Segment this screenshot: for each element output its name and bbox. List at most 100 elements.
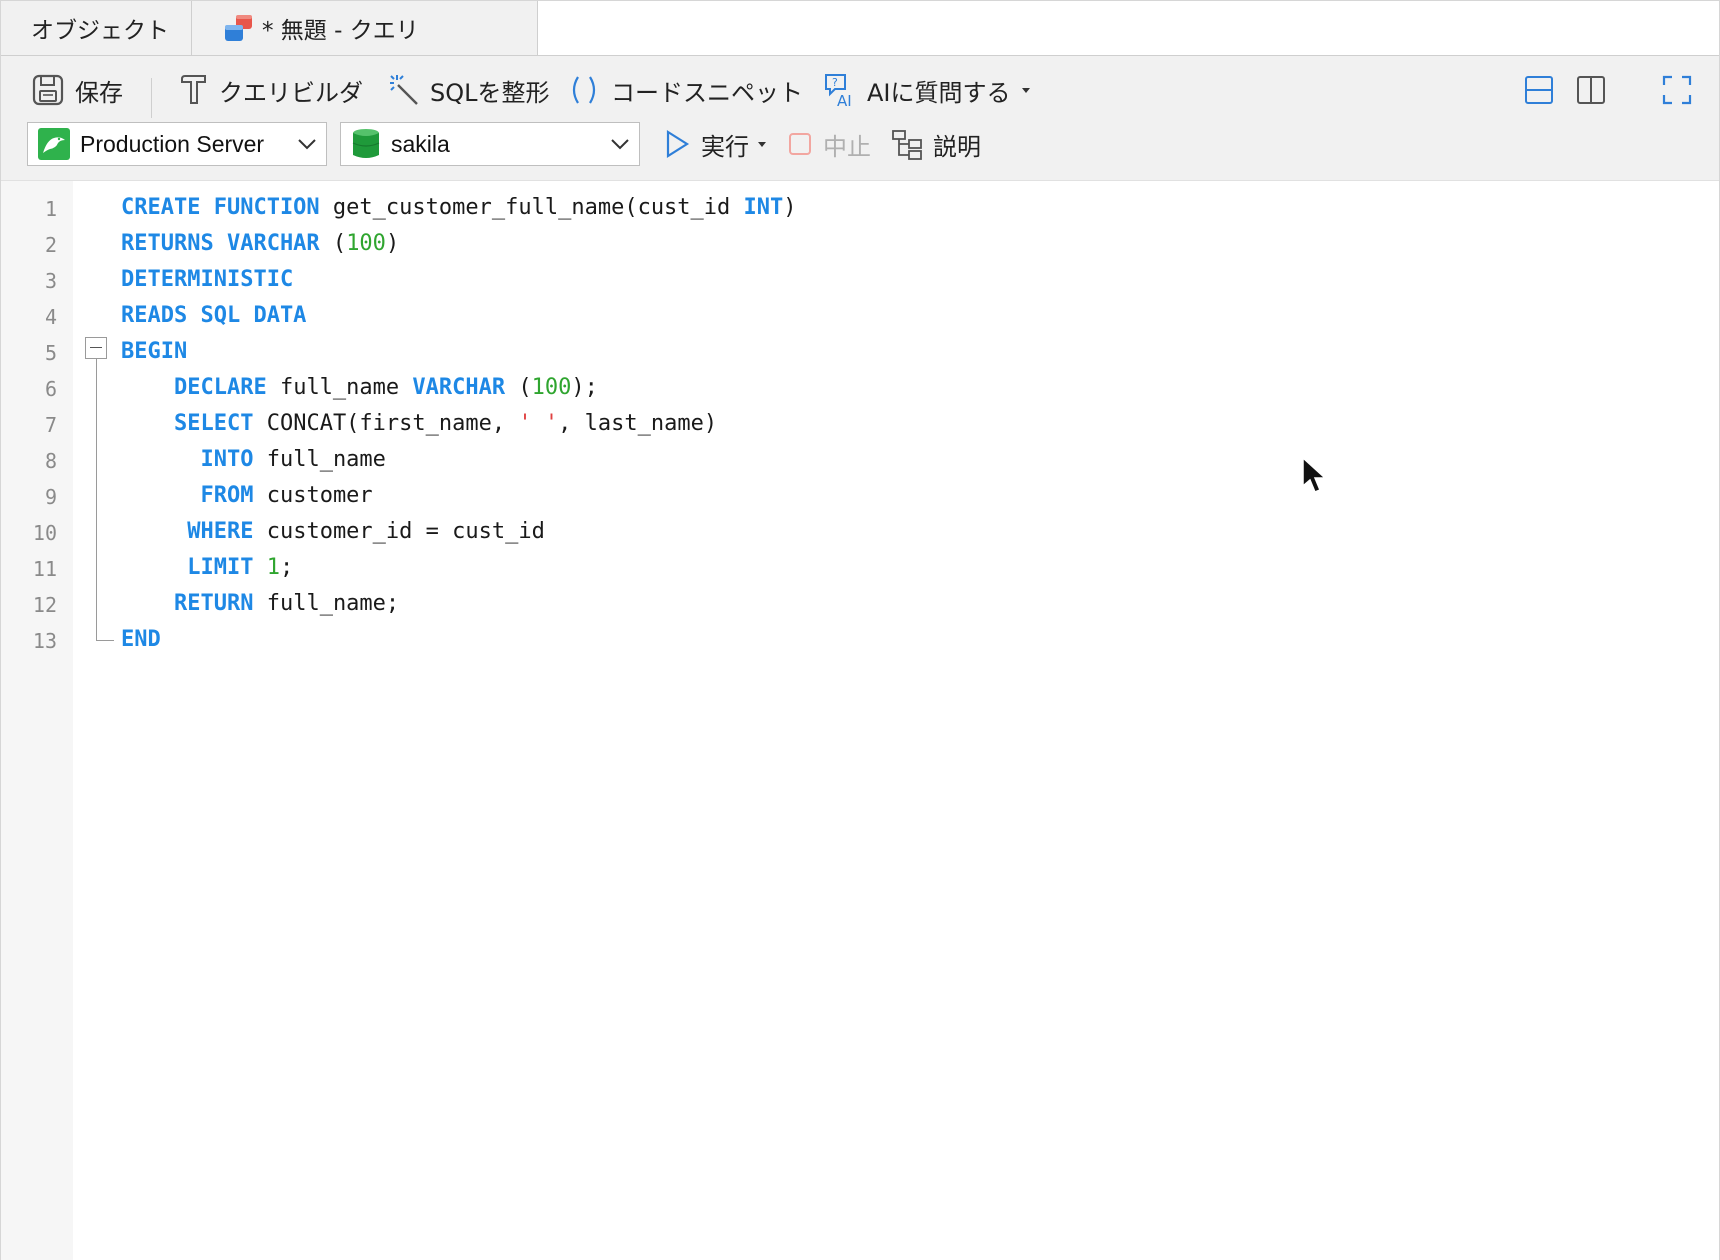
fold-guide-end <box>96 640 114 641</box>
toolbar: 保存 クエリビルダ SQLを整形 コードスニペット ? AI AIに質問する P… <box>1 56 1719 181</box>
sql-keyword: LIMIT <box>187 555 254 580</box>
database-icon <box>352 129 380 158</box>
fullscreen-icon <box>1662 75 1692 105</box>
explain-button[interactable]: 説明 <box>891 122 981 166</box>
line-number: 5 <box>44 341 57 365</box>
query-builder-label: クエリビルダ <box>219 78 363 107</box>
split-vertical-button[interactable] <box>1575 66 1617 114</box>
save-icon <box>32 74 64 106</box>
format-sql-button[interactable]: SQLを整形 <box>388 66 550 114</box>
line-number: 3 <box>44 269 57 293</box>
stop-label: 中止 <box>823 132 871 161</box>
code-line: WHERE customer_id = cust_id <box>121 519 545 544</box>
split-horizontal-icon <box>1525 76 1553 104</box>
line-number: 1 <box>44 197 57 221</box>
tab-bar: オブジェクト * 無題 - クエリ <box>1 1 1719 56</box>
sql-keyword: RETURNS VARCHAR <box>121 231 320 256</box>
code-line: END <box>121 627 161 652</box>
sql-number: 100 <box>531 375 572 400</box>
connection-select[interactable]: Production Server <box>27 122 327 166</box>
code-line: BEGIN <box>121 339 187 364</box>
database-select-value: sakila <box>391 130 450 157</box>
chevron-down-icon <box>298 139 316 150</box>
sql-keyword: DETERMINISTIC <box>121 267 294 292</box>
code-line: DECLARE full_name VARCHAR (100); <box>121 375 598 400</box>
code-line: CREATE FUNCTION get_customer_full_name(c… <box>121 195 797 220</box>
line-number: 12 <box>32 593 57 617</box>
sql-text: customer_id = cust_id <box>253 519 545 544</box>
mouse-cursor-icon <box>1302 456 1327 493</box>
run-button[interactable]: 実行 <box>663 122 779 166</box>
stop-button[interactable]: 中止 <box>787 122 871 166</box>
save-button[interactable]: 保存 <box>31 66 123 114</box>
ask-ai-button[interactable]: ? AI AIに質問する <box>823 66 1043 114</box>
sql-keyword: READS SQL DATA <box>121 303 307 328</box>
sql-keyword: INT <box>743 195 784 220</box>
sql-text: ) <box>783 195 797 220</box>
query-builder-icon <box>181 75 206 104</box>
sql-text: ) <box>385 231 400 256</box>
code-line: RETURNS VARCHAR (100) <box>121 231 399 256</box>
ask-ai-label: AIに質問する <box>867 78 1011 107</box>
sql-editor[interactable]: 1 CREATE FUNCTION get_customer_full_name(… <box>1 181 1719 1260</box>
line-number: 10 <box>32 521 57 545</box>
code-line: INTO full_name <box>121 447 386 472</box>
sql-string: ' ' <box>518 411 559 436</box>
sql-number: 100 <box>346 231 386 256</box>
sql-text: CONCAT(first_name, <box>253 411 519 436</box>
play-icon <box>666 130 690 158</box>
magic-wand-icon <box>390 75 418 105</box>
fullscreen-button[interactable] <box>1661 66 1703 114</box>
line-number: 9 <box>44 485 57 509</box>
explain-label: 説明 <box>933 132 981 161</box>
split-vertical-icon <box>1577 76 1605 104</box>
sql-keyword: DECLARE <box>173 375 267 400</box>
chevron-down-icon <box>611 139 629 150</box>
sql-keyword: SELECT <box>173 411 254 436</box>
sql-keyword: RETURN <box>173 591 254 616</box>
connection-select-value: Production Server <box>80 130 265 157</box>
sql-text: ( <box>319 231 347 256</box>
line-number: 7 <box>44 413 57 437</box>
split-horizontal-button[interactable] <box>1523 66 1565 114</box>
explain-icon <box>892 130 922 160</box>
sql-keyword: INTO <box>200 447 254 472</box>
sql-text: get_customer_full_name(cust_id <box>319 195 744 220</box>
code-snippet-label: コードスニペット <box>611 78 803 107</box>
query-tab-icon <box>225 15 252 41</box>
sql-text: ); <box>571 375 598 400</box>
code-line: FROM customer <box>121 483 373 508</box>
sql-keyword: BEGIN <box>121 339 188 364</box>
code-snippet-button[interactable]: コードスニペット <box>567 66 803 114</box>
tab-objects[interactable]: オブジェクト <box>1 1 192 55</box>
sql-text: ; <box>279 555 294 580</box>
svg-text:?: ? <box>832 76 838 89</box>
fold-toggle[interactable] <box>85 337 107 359</box>
svg-text:AI: AI <box>837 92 852 108</box>
sql-number: 1 <box>266 555 280 580</box>
sql-text: , last_name) <box>558 411 718 436</box>
line-number: 8 <box>44 449 57 473</box>
sql-text: full_name <box>253 447 386 472</box>
toolbar-divider <box>151 78 152 118</box>
code-line: RETURN full_name; <box>121 591 399 616</box>
sql-text: full_name; <box>253 591 400 616</box>
tab-objects-label: オブジェクト <box>31 18 169 44</box>
code-line: LIMIT 1; <box>121 555 293 580</box>
tab-untitled-query[interactable]: * 無題 - クエリ <box>192 1 538 55</box>
fold-guide <box>96 359 97 641</box>
line-number: 2 <box>44 233 57 257</box>
database-select[interactable]: sakila <box>340 122 640 166</box>
query-window: オブジェクト * 無題 - クエリ 保存 クエリビルダ SQLを整形 コードスニ… <box>0 0 1720 1260</box>
sql-text: customer <box>253 483 373 508</box>
mysql-connection-icon <box>38 128 70 160</box>
run-label: 実行 <box>701 132 749 161</box>
dropdown-caret-icon <box>758 142 766 147</box>
query-builder-button[interactable]: クエリビルダ <box>179 66 363 114</box>
code-line: DETERMINISTIC <box>121 267 293 292</box>
